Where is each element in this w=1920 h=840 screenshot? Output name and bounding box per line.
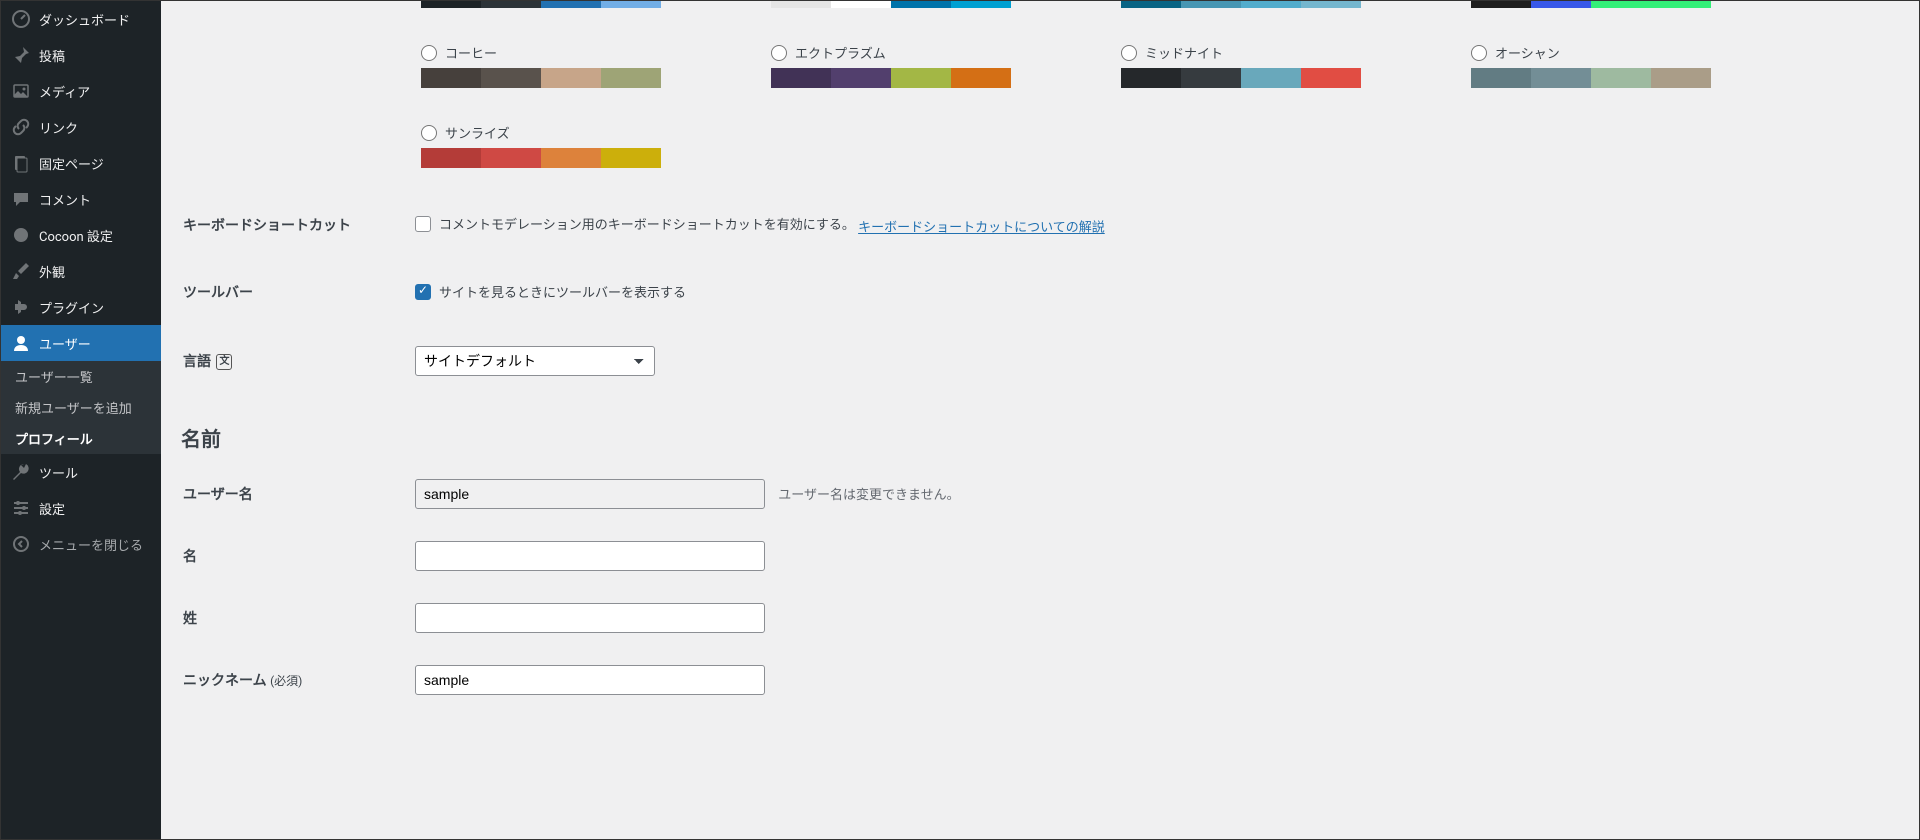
pin-icon — [11, 45, 31, 65]
page-icon — [11, 153, 31, 173]
color-schemes-top — [181, 1, 1899, 8]
scheme-label: コーヒー — [445, 43, 497, 62]
color-schemes: コーヒー エクトプラズム ミッドナイト オーシャン — [181, 33, 1899, 113]
wrench-icon — [11, 462, 31, 482]
sidebar-sub-users-add[interactable]: 新規ユーザーを追加 — [1, 392, 161, 423]
comment-icon — [11, 189, 31, 209]
sidebar-label: ユーザー — [39, 334, 91, 353]
sidebar-item-dashboard[interactable]: ダッシュボード — [1, 1, 161, 37]
brush-icon — [11, 261, 31, 281]
sidebar-label: ツール — [39, 463, 78, 482]
color-scheme-sunrise[interactable]: サンライズ — [421, 123, 661, 142]
username-label: ユーザー名 — [183, 464, 403, 524]
sidebar-item-appearance[interactable]: 外観 — [1, 253, 161, 289]
sidebar-label: 固定ページ — [39, 154, 104, 173]
sidebar-item-pages[interactable]: 固定ページ — [1, 145, 161, 181]
lastname-label: 姓 — [183, 588, 403, 648]
sidebar-sub-profile[interactable]: プロフィール — [1, 423, 161, 454]
palette-sunrise — [421, 148, 661, 168]
color-scheme-palette-modern[interactable] — [1471, 1, 1711, 8]
link-icon — [11, 117, 31, 137]
sidebar-item-comments[interactable]: コメント — [1, 181, 161, 217]
user-icon — [11, 333, 31, 353]
media-icon — [11, 81, 31, 101]
required-text: (必須) — [270, 674, 302, 688]
sliders-icon — [11, 498, 31, 518]
color-scheme-palette-blue[interactable] — [1121, 1, 1361, 8]
sidebar-label: 投稿 — [39, 46, 65, 65]
palette-ectoplasm — [771, 68, 1011, 88]
nickname-label: ニックネーム (必須) — [183, 650, 403, 710]
translate-icon: 文 — [216, 354, 232, 370]
keyboard-shortcuts-checkbox[interactable] — [415, 216, 431, 232]
sidebar-label: 設定 — [39, 499, 65, 518]
color-scheme-ectoplasm[interactable]: エクトプラズム — [771, 43, 1011, 62]
toolbar-checkbox-label[interactable]: サイトを見るときにツールバーを表示する — [415, 282, 686, 301]
keyboard-shortcuts-label: キーボードショートカット — [183, 195, 403, 255]
scheme-label: ミッドナイト — [1145, 43, 1223, 62]
color-scheme-midnight[interactable]: ミッドナイト — [1121, 43, 1361, 62]
cocoon-icon — [11, 225, 31, 245]
scheme-label: オーシャン — [1495, 43, 1560, 62]
sidebar-sub-users-list[interactable]: ユーザー一覧 — [1, 361, 161, 392]
toolbar-text: サイトを見るときにツールバーを表示する — [439, 282, 686, 301]
color-scheme-palette-default[interactable] — [421, 1, 661, 8]
sidebar-label: ダッシュボード — [39, 10, 130, 29]
language-select[interactable]: サイトデフォルト — [415, 346, 655, 376]
collapse-icon — [11, 534, 31, 554]
sidebar-item-posts[interactable]: 投稿 — [1, 37, 161, 73]
profile-form: キーボードショートカット コメントモデレーション用のキーボードショートカットを有… — [181, 193, 1899, 393]
firstname-label: 名 — [183, 526, 403, 586]
nickname-input[interactable] — [415, 665, 765, 695]
palette-midnight — [1121, 68, 1361, 88]
sidebar-label: Cocoon 設定 — [39, 226, 113, 245]
sidebar-label: メディア — [39, 82, 90, 101]
toolbar-label: ツールバー — [183, 257, 403, 329]
color-scheme-palette-light[interactable] — [771, 1, 1011, 8]
username-description: ユーザー名は変更できません。 — [778, 488, 959, 503]
sidebar-item-settings[interactable]: 設定 — [1, 490, 161, 526]
username-input — [415, 479, 765, 509]
toolbar-checkbox[interactable] — [415, 284, 431, 300]
sidebar-label: リンク — [39, 118, 78, 137]
language-label: 言語 文 — [183, 331, 403, 391]
scheme-label: エクトプラズム — [795, 43, 886, 62]
palette-coffee — [421, 68, 661, 88]
sidebar-item-collapse[interactable]: メニューを閉じる — [1, 526, 161, 562]
dashboard-icon — [11, 9, 31, 29]
color-scheme-coffee[interactable]: コーヒー — [421, 43, 661, 62]
main-content: コーヒー エクトプラズム ミッドナイト オーシャン サンライズ — [161, 1, 1919, 839]
sidebar-label: コメント — [39, 190, 91, 209]
palette-ocean — [1471, 68, 1711, 88]
sidebar-label: メニューを閉じる — [39, 535, 143, 554]
name-form: ユーザー名 ユーザー名は変更できません。 名 姓 ニックネーム (必須) — [181, 462, 1899, 712]
sidebar-item-media[interactable]: メディア — [1, 73, 161, 109]
sidebar-item-tools[interactable]: ツール — [1, 454, 161, 490]
admin-sidebar: ダッシュボード 投稿 メディア リンク 固定ページ コメント Cocoon 設定 — [1, 1, 161, 839]
scheme-label: サンライズ — [445, 123, 510, 142]
sidebar-item-users[interactable]: ユーザー — [1, 325, 161, 361]
color-scheme-ocean[interactable]: オーシャン — [1471, 43, 1711, 62]
lastname-input[interactable] — [415, 603, 765, 633]
sidebar-item-plugins[interactable]: プラグイン — [1, 289, 161, 325]
plugin-icon — [11, 297, 31, 317]
sidebar-item-links[interactable]: リンク — [1, 109, 161, 145]
sidebar-item-cocoon[interactable]: Cocoon 設定 — [1, 217, 161, 253]
keyboard-shortcuts-link[interactable]: キーボードショートカットについての解説 — [858, 221, 1105, 236]
sidebar-label: 外観 — [39, 262, 65, 281]
keyboard-shortcuts-checkbox-label[interactable]: コメントモデレーション用のキーボードショートカットを有効にする。 — [415, 214, 855, 233]
name-section-heading: 名前 — [181, 393, 1899, 462]
sidebar-label: プラグイン — [39, 298, 104, 317]
firstname-input[interactable] — [415, 541, 765, 571]
color-schemes-row2: サンライズ — [181, 113, 1899, 193]
keyboard-shortcuts-text: コメントモデレーション用のキーボードショートカットを有効にする。 — [439, 214, 855, 233]
